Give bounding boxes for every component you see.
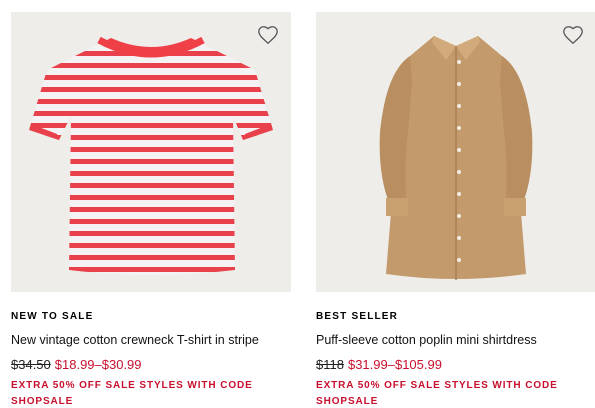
product-name-link[interactable]: New vintage cotton crewneck T-shirt in s… [11, 333, 291, 348]
product-badge: NEW TO SALE [11, 311, 94, 322]
favorite-button[interactable] [562, 24, 584, 46]
price-row: $34.50 $18.99–$30.99 [11, 357, 291, 372]
price-row: $118 $31.99–$105.99 [316, 357, 595, 372]
product-image-container[interactable] [316, 12, 595, 292]
heart-outline-icon [563, 26, 583, 45]
product-image-container[interactable] [11, 12, 291, 292]
favorite-button[interactable] [257, 24, 279, 46]
promo-message: EXTRA 50% OFF SALE STYLES WITH CODE SHOP… [316, 380, 558, 407]
product-card[interactable]: NEW TO SALE New vintage cotton crewneck … [11, 12, 291, 408]
original-price: $34.50 [11, 357, 51, 372]
sale-price: $18.99–$30.99 [54, 357, 142, 372]
product-badge: BEST SELLER [316, 311, 399, 322]
product-name-link[interactable]: Puff-sleeve cotton poplin mini shirtdres… [316, 333, 595, 348]
shirtdress-image[interactable] [316, 12, 595, 292]
striped-tshirt-image[interactable] [11, 12, 291, 292]
heart-outline-icon [258, 26, 278, 45]
promo-message: EXTRA 50% OFF SALE STYLES WITH CODE SHOP… [11, 380, 253, 407]
product-card[interactable]: BEST SELLER Puff-sleeve cotton poplin mi… [316, 12, 595, 408]
sale-price: $31.99–$105.99 [347, 357, 442, 372]
original-price: $118 [316, 357, 344, 372]
